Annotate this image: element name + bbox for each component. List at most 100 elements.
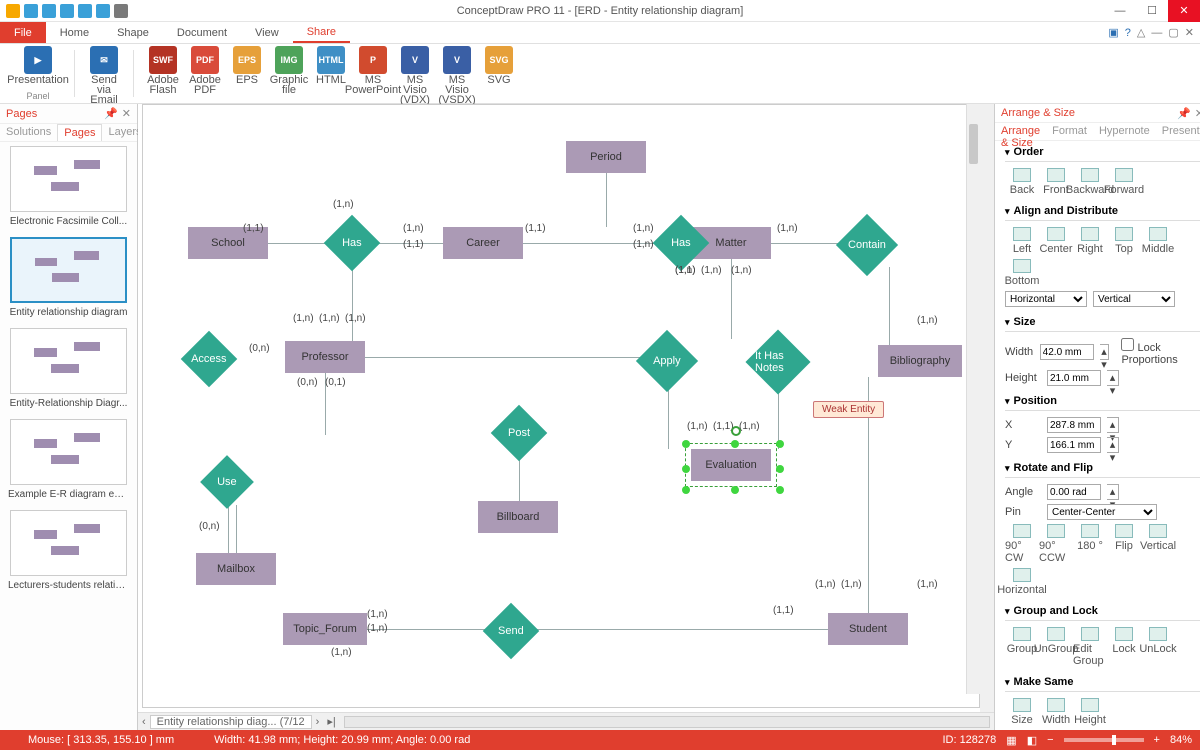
ribbon-ms-visio-vdx-[interactable]: VMS Visio (VDX): [394, 46, 436, 105]
ribbon-presentation[interactable]: ▶ Presentation: [10, 46, 66, 85]
nav-next-icon[interactable]: ▢: [1168, 26, 1178, 39]
align-h-select[interactable]: Horizontal: [1005, 291, 1087, 307]
page-thumb-4[interactable]: Lecturers-students relatio...: [4, 510, 133, 591]
tab-pages[interactable]: Pages: [57, 124, 102, 141]
y-input[interactable]: [1047, 437, 1101, 453]
group-lock[interactable]: Lock: [1107, 627, 1141, 667]
connector[interactable]: [365, 357, 645, 358]
sec-size[interactable]: Size: [1005, 313, 1200, 332]
relation-use[interactable]: Use: [200, 455, 254, 509]
entity-career[interactable]: Career: [443, 227, 523, 259]
rt-tab-format[interactable]: Format: [1046, 123, 1093, 140]
angle-input[interactable]: [1047, 484, 1101, 500]
store-icon[interactable]: ▣: [1108, 26, 1118, 39]
connector[interactable]: [228, 501, 229, 553]
connector[interactable]: [606, 173, 607, 227]
doc-close-icon[interactable]: ✕: [1185, 26, 1194, 39]
width-input[interactable]: [1040, 344, 1094, 360]
group-ungroup[interactable]: UnGroup: [1039, 627, 1073, 667]
order-backward[interactable]: Backward: [1073, 168, 1107, 196]
entity-mailbox[interactable]: Mailbox: [196, 553, 276, 585]
same-height[interactable]: Height: [1073, 698, 1107, 726]
connector[interactable]: [889, 267, 890, 345]
entity-topic[interactable]: Topic_Forum: [283, 613, 367, 645]
tab-home[interactable]: Home: [46, 22, 103, 43]
resize-handle[interactable]: [682, 440, 690, 448]
connector[interactable]: [236, 505, 237, 553]
qa-print-icon[interactable]: [114, 4, 128, 18]
diagram-canvas[interactable]: PeriodSchoolCareerMatterProfessorBibliog…: [142, 104, 980, 708]
rotate--cw[interactable]: 90° CW: [1005, 524, 1039, 564]
ribbon-email[interactable]: ✉ Send via Email: [83, 46, 125, 105]
group-unlock[interactable]: UnLock: [1141, 627, 1175, 667]
resize-handle[interactable]: [776, 465, 784, 473]
qa-new-icon[interactable]: [24, 4, 38, 18]
connector[interactable]: [531, 629, 828, 630]
help-icon[interactable]: ?: [1125, 27, 1131, 39]
resize-handle[interactable]: [776, 486, 784, 494]
entity-period[interactable]: Period: [566, 141, 646, 173]
horizontal-scrollbar[interactable]: [344, 716, 990, 728]
height-input[interactable]: [1047, 370, 1101, 386]
tab-document[interactable]: Document: [163, 22, 241, 43]
x-input[interactable]: [1047, 417, 1101, 433]
align-right[interactable]: Right: [1073, 227, 1107, 255]
rotate-horizontal[interactable]: Horizontal: [1005, 568, 1039, 596]
status-icon1[interactable]: ▦: [1006, 734, 1016, 747]
resize-handle[interactable]: [682, 486, 690, 494]
rt-tab-hypernote[interactable]: Hypernote: [1093, 123, 1156, 140]
sheet-prev-icon[interactable]: ‹: [138, 716, 150, 728]
relation-has1[interactable]: Has: [324, 215, 381, 272]
canvas-viewport[interactable]: PeriodSchoolCareerMatterProfessorBibliog…: [138, 104, 980, 712]
connector[interactable]: [352, 267, 353, 341]
zoom-slider[interactable]: [1064, 738, 1144, 742]
sheet-next-icon[interactable]: ›: [312, 716, 324, 728]
connector[interactable]: [668, 383, 669, 449]
ribbon-graphic-file[interactable]: IMGGraphic file: [268, 46, 310, 105]
rotate--[interactable]: 180 °: [1073, 524, 1107, 564]
entity-bibliography[interactable]: Bibliography: [878, 345, 962, 377]
nav-home-icon[interactable]: —: [1151, 27, 1162, 39]
angle-spinner[interactable]: ▴▾: [1107, 484, 1119, 500]
sec-same[interactable]: Make Same: [1005, 673, 1200, 692]
ribbon-adobe-pdf[interactable]: PDFAdobe PDF: [184, 46, 226, 105]
zoom-out-icon[interactable]: −: [1047, 734, 1053, 746]
order-forward[interactable]: Forward: [1107, 168, 1141, 196]
connector[interactable]: [268, 243, 332, 244]
entity-professor[interactable]: Professor: [285, 341, 365, 373]
ribbon-svg[interactable]: SVGSVG: [478, 46, 520, 105]
align-top[interactable]: Top: [1107, 227, 1141, 255]
entity-billboard[interactable]: Billboard: [478, 501, 558, 533]
resize-handle[interactable]: [682, 465, 690, 473]
resize-handle[interactable]: [731, 486, 739, 494]
relation-notes[interactable]: It Has Notes: [745, 329, 810, 394]
ribbon-ms-powerpoint[interactable]: PMS PowerPoint: [352, 46, 394, 105]
align-v-select[interactable]: Vertical: [1093, 291, 1175, 307]
order-back[interactable]: Back: [1005, 168, 1039, 196]
status-icon2[interactable]: ◧: [1027, 734, 1037, 747]
resize-handle[interactable]: [731, 440, 739, 448]
resize-handle[interactable]: [776, 440, 784, 448]
zoom-in-icon[interactable]: +: [1154, 734, 1160, 746]
rotate--ccw[interactable]: 90° CCW: [1039, 524, 1073, 564]
pin-select[interactable]: Center-Center: [1047, 504, 1157, 520]
same-width[interactable]: Width: [1039, 698, 1073, 726]
nav-prev-icon[interactable]: △: [1137, 26, 1145, 39]
pin-icon[interactable]: 📌: [104, 107, 118, 120]
same-size[interactable]: Size: [1005, 698, 1039, 726]
minimize-button[interactable]: —: [1104, 0, 1136, 22]
close-button[interactable]: ✕: [1168, 0, 1200, 22]
height-spinner[interactable]: ▴▾: [1107, 370, 1119, 386]
relation-apply[interactable]: Apply: [636, 330, 698, 392]
relation-has2[interactable]: Has: [653, 215, 710, 272]
width-spinner[interactable]: ▴▾: [1100, 344, 1110, 360]
x-spinner[interactable]: ▴▾: [1107, 417, 1119, 433]
align-center[interactable]: Center: [1039, 227, 1073, 255]
align-left[interactable]: Left: [1005, 227, 1039, 255]
sec-order[interactable]: Order: [1005, 143, 1200, 162]
relation-send[interactable]: Send: [483, 603, 540, 660]
ribbon-eps[interactable]: EPSEPS: [226, 46, 268, 105]
page-thumb-0[interactable]: Electronic Facsimile Coll...: [4, 146, 133, 227]
rt-tab-presentation[interactable]: Presentation: [1156, 123, 1200, 140]
sec-align[interactable]: Align and Distribute: [1005, 202, 1200, 221]
